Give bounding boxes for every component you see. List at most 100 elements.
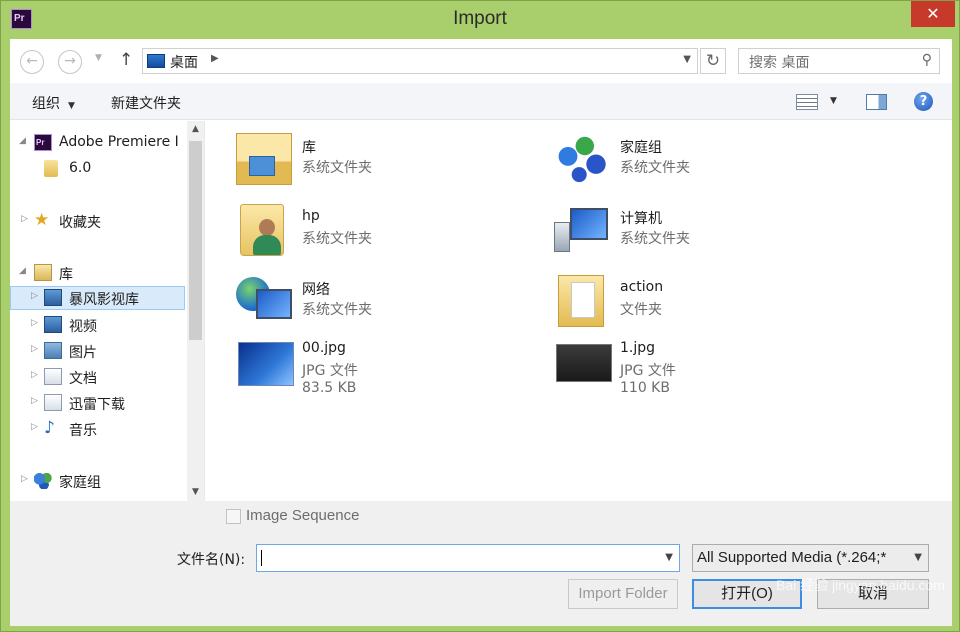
file-type: 系统文件夹 [620, 231, 690, 247]
address-dropdown-icon[interactable]: ▼ [683, 54, 691, 65]
tree-item-favorites[interactable]: ▷ ★ 收藏夹 [10, 209, 185, 233]
file-item-1-jpg[interactable]: 1.jpg JPG 文件 110 KB [554, 336, 854, 398]
command-toolbar: 组织 ▼ 新建文件夹 ▼ ? [10, 83, 952, 120]
tree-item-label: 图片 [69, 345, 97, 361]
tree-item-music[interactable]: ▷ ♪ 音乐 [10, 417, 185, 441]
search-box[interactable]: 搜索 桌面 ⚲ [738, 48, 940, 74]
collapsed-arrow-icon[interactable]: ▷ [21, 214, 28, 224]
scroll-down-icon[interactable]: ▼ [187, 484, 204, 501]
tree-item-pictures[interactable]: ▷ 图片 [10, 339, 185, 363]
up-button[interactable]: ↑ [119, 50, 133, 70]
scrollbar-thumb[interactable] [189, 141, 202, 340]
recent-locations-dropdown-icon[interactable]: ▼ [95, 53, 102, 63]
image-thumbnail [236, 336, 294, 388]
file-name: 计算机 [620, 211, 662, 227]
file-type: JPG 文件 [620, 363, 676, 379]
filename-label: 文件名(N): [177, 552, 246, 568]
tree-item-label: 音乐 [69, 423, 97, 439]
file-name: 库 [302, 140, 316, 156]
tree-scrollbar[interactable]: ▲ ▼ [187, 121, 204, 501]
desktop-icon [147, 54, 165, 68]
file-size: 83.5 KB [302, 380, 357, 396]
tree-item-thunder-downloads[interactable]: ▷ 迅雷下载 [10, 391, 185, 415]
video-icon [44, 316, 62, 333]
filename-input[interactable]: ▼ [256, 544, 680, 572]
collapsed-arrow-icon[interactable]: ▷ [31, 318, 38, 328]
file-item-homegroup[interactable]: 家庭组 系统文件夹 [554, 133, 854, 195]
file-name: 网络 [302, 282, 330, 298]
tree-item-adobe-premiere[interactable]: ◢ Pr Adobe Premiere I [10, 131, 185, 155]
file-type: 系统文件夹 [302, 231, 372, 247]
star-icon: ★ [34, 210, 50, 230]
close-button[interactable]: ✕ [911, 1, 955, 27]
tree-item-label: 6.0 [69, 160, 92, 176]
tree-item-6-0[interactable]: 6.0 [10, 157, 185, 181]
scroll-up-icon[interactable]: ▲ [187, 121, 204, 138]
tree-item-label: 暴风影视库 [69, 292, 139, 308]
file-name: 家庭组 [620, 140, 662, 156]
expanded-arrow-icon[interactable]: ◢ [19, 266, 26, 276]
collapsed-arrow-icon[interactable]: ▷ [21, 474, 28, 484]
collapsed-arrow-icon[interactable]: ▷ [31, 422, 38, 432]
view-options-dropdown-icon[interactable]: ▼ [830, 96, 837, 106]
music-icon: ♪ [44, 418, 55, 438]
tree-item-label: 库 [59, 267, 73, 283]
file-item-action[interactable]: action 文件夹 [554, 275, 854, 337]
documents-icon [44, 368, 62, 385]
file-name: action [620, 279, 664, 295]
collapsed-arrow-icon[interactable]: ▷ [31, 344, 38, 354]
filename-dropdown-icon[interactable]: ▼ [665, 552, 673, 563]
computer-icon [554, 204, 610, 256]
tree-item-label: 视频 [69, 319, 97, 335]
tree-item-homegroup[interactable]: ▷ 家庭组 [10, 469, 185, 493]
tree-item-documents[interactable]: ▷ 文档 [10, 365, 185, 389]
pictures-icon [44, 342, 62, 359]
collapsed-arrow-icon[interactable]: ▷ [31, 370, 38, 380]
tree-item-videos[interactable]: ▷ 视频 [10, 313, 185, 337]
file-item-hp[interactable]: hp 系统文件夹 [236, 204, 536, 266]
file-item-network[interactable]: 网络 系统文件夹 [236, 275, 536, 337]
image-sequence-checkbox[interactable] [226, 509, 241, 524]
download-icon [44, 394, 62, 411]
file-name: hp [302, 208, 320, 224]
forward-button[interactable]: → [58, 50, 82, 74]
tree-item-label: Adobe Premiere I [59, 134, 179, 150]
expanded-arrow-icon[interactable]: ◢ [19, 136, 26, 146]
import-dialog: Pr Import ✕ ← → ▼ ↑ 桌面 ▶ ▼ ↻ 搜索 桌面 ⚲ 组织 … [0, 0, 960, 632]
file-list: 库 系统文件夹 家庭组 系统文件夹 hp 系统文件夹 计算机 系统文件夹 网络 … [206, 121, 952, 501]
file-item-library[interactable]: 库 系统文件夹 [236, 133, 536, 195]
file-item-computer[interactable]: 计算机 系统文件夹 [554, 204, 854, 266]
file-type: 文件夹 [620, 302, 662, 318]
organize-menu[interactable]: 组织 ▼ [32, 93, 75, 113]
collapsed-arrow-icon[interactable]: ▷ [31, 291, 38, 301]
address-bar[interactable]: 桌面 ▶ ▼ [142, 48, 698, 74]
address-text: 桌面 [170, 55, 198, 71]
tree-item-video-library[interactable]: ▷ 暴风影视库 [10, 286, 185, 310]
change-view-icon[interactable] [796, 94, 818, 110]
dialog-body: ← → ▼ ↑ 桌面 ▶ ▼ ↻ 搜索 桌面 ⚲ 组织 ▼ 新建文件夹 ▼ ? … [10, 39, 952, 626]
title-bar: Pr Import ✕ [1, 1, 959, 39]
import-folder-button[interactable]: Import Folder [568, 579, 678, 609]
collapsed-arrow-icon[interactable]: ▷ [31, 396, 38, 406]
file-type: JPG 文件 [302, 363, 358, 379]
file-item-00-jpg[interactable]: 00.jpg JPG 文件 83.5 KB [236, 336, 536, 398]
file-name: 00.jpg [302, 340, 346, 356]
premiere-icon: Pr [34, 134, 52, 151]
navigation-bar: ← → ▼ ↑ 桌面 ▶ ▼ ↻ 搜索 桌面 ⚲ [10, 39, 952, 83]
bottom-panel: Image Sequence 文件名(N): ▼ All Supported M… [10, 501, 952, 626]
homegroup-icon [34, 472, 52, 489]
tree-item-label: 文档 [69, 371, 97, 387]
folder-icon [558, 275, 604, 327]
search-placeholder: 搜索 桌面 [749, 55, 810, 71]
tree-item-libraries[interactable]: ◢ 库 [10, 261, 185, 285]
refresh-button[interactable]: ↻ [700, 48, 726, 74]
new-folder-button[interactable]: 新建文件夹 [111, 93, 181, 113]
file-type-filter-value: All Supported Media (*.264;* [697, 549, 887, 566]
breadcrumb-arrow-icon[interactable]: ▶ [211, 53, 219, 64]
search-icon[interactable]: ⚲ [922, 52, 932, 68]
chevron-down-icon[interactable]: ▼ [911, 552, 922, 563]
file-type-filter-select[interactable]: All Supported Media (*.264;* ▼ [692, 544, 929, 572]
help-icon[interactable]: ? [914, 92, 933, 111]
back-button[interactable]: ← [20, 50, 44, 74]
preview-pane-icon[interactable] [866, 94, 887, 110]
